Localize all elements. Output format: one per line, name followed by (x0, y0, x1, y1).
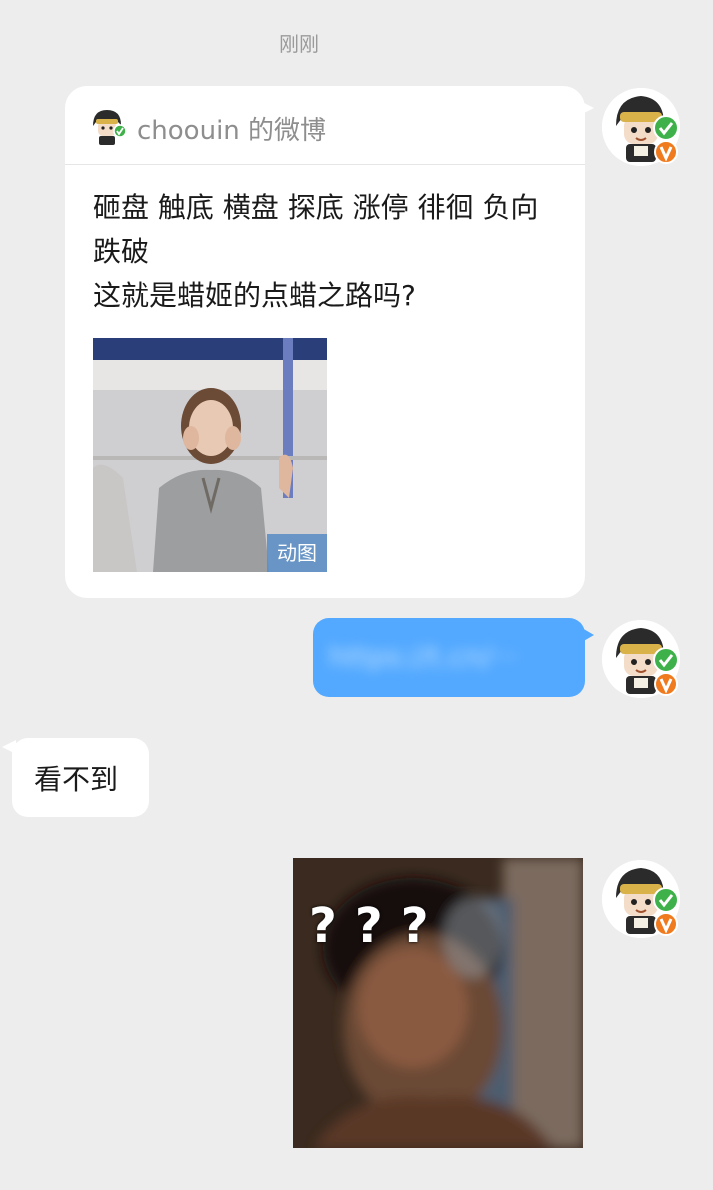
timestamp: 刚刚 (279, 32, 319, 56)
vip-badge-icon (654, 912, 678, 936)
shared-weibo-card[interactable]: choouin 的微博 砸盘 触底 横盘 探底 涨停 徘徊 负向 跌破 这就是蜡… (65, 86, 585, 598)
avatar[interactable] (602, 88, 680, 166)
mini-avatar-icon (87, 106, 127, 146)
avatar-icon (602, 88, 680, 166)
card-header[interactable]: choouin 的微博 (65, 86, 585, 165)
sent-message-bubble[interactable]: https://t.cn/··· (313, 618, 585, 697)
meme-image[interactable]: ??? (293, 858, 583, 1148)
gif-badge: 动图 (267, 534, 327, 572)
blurred-link-text: https://t.cn/··· (329, 640, 519, 673)
vip-badge-icon (654, 672, 678, 696)
received-message-bubble[interactable]: 看不到 (12, 738, 149, 817)
card-post-text: 砸盘 触底 横盘 探底 涨停 徘徊 负向 跌破 这就是蜡姬的点蜡之路吗? (93, 191, 539, 312)
verified-check-icon (653, 115, 679, 141)
vip-badge-icon (654, 140, 678, 164)
avatar[interactable] (602, 620, 680, 698)
card-source-label: choouin 的微博 (137, 116, 327, 146)
meme-question-marks: ??? (309, 898, 447, 954)
avatar[interactable] (602, 860, 680, 938)
verified-check-icon (653, 887, 679, 913)
avatar-icon (602, 860, 680, 938)
received-message-text: 看不到 (34, 763, 119, 796)
card-gif-thumbnail[interactable]: 动图 (93, 338, 327, 572)
avatar-icon (602, 620, 680, 698)
verified-check-icon (653, 647, 679, 673)
